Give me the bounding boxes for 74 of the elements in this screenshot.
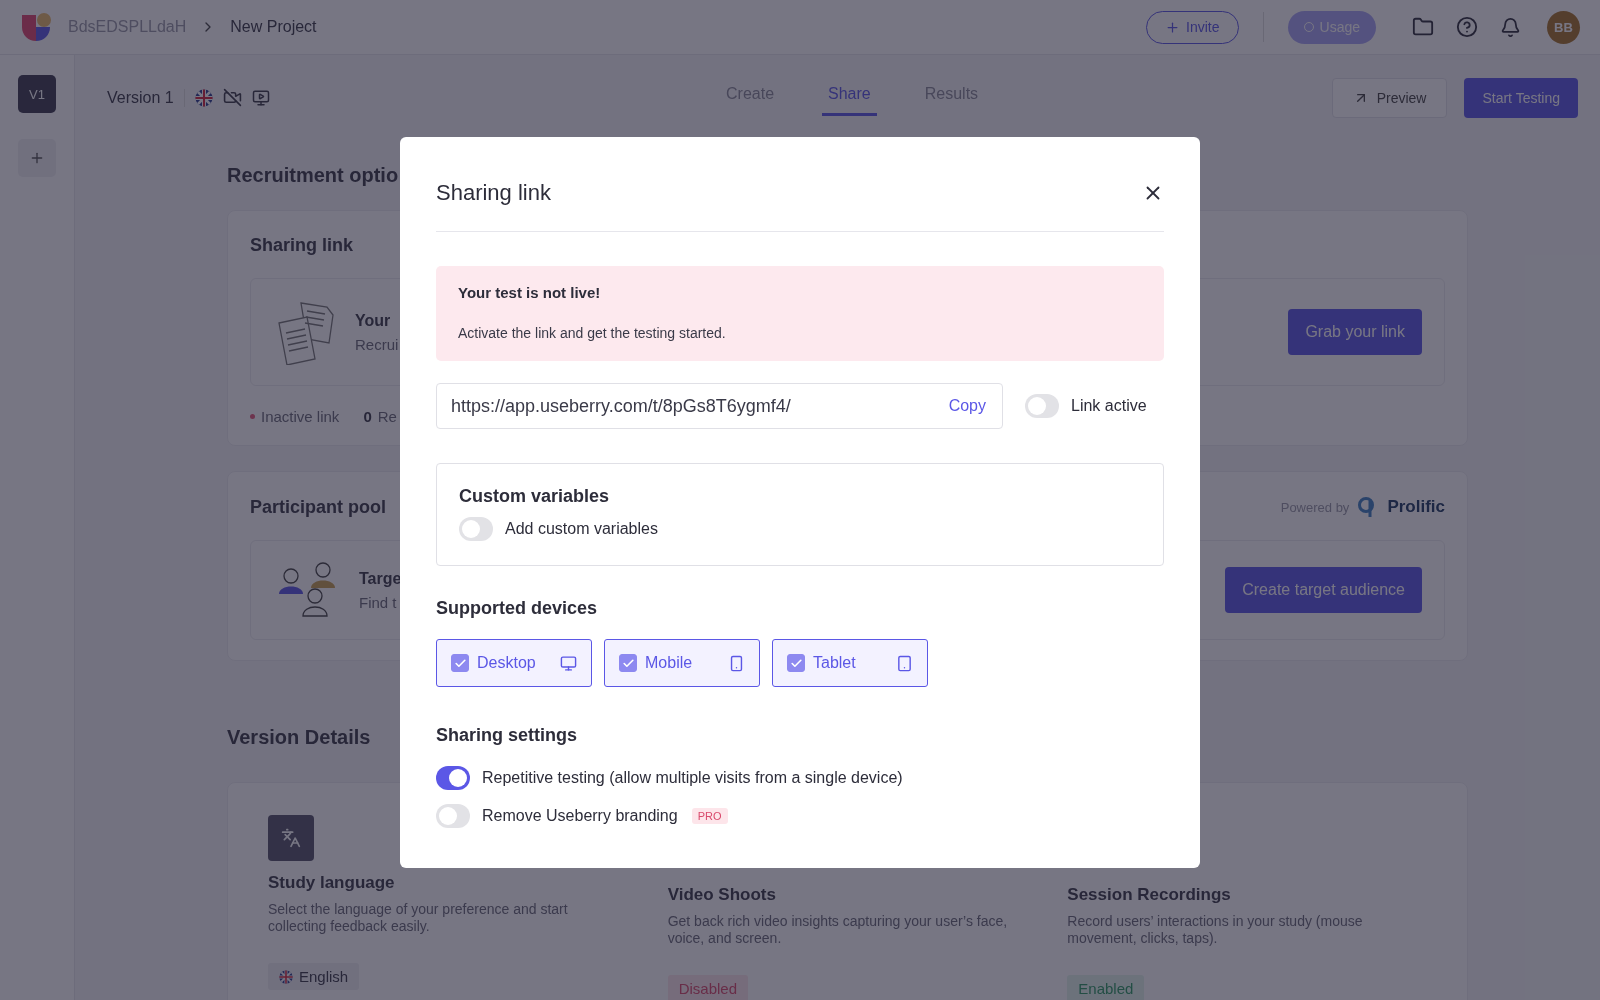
response-label: Re [377,408,397,425]
flag-icon [279,969,293,984]
section-heading: Recruitment optio [227,164,399,187]
device-option[interactable]: Mobile [604,639,760,687]
checkbox[interactable] [451,654,469,672]
link-status: Inactive link [261,408,340,425]
toggle-switch[interactable] [459,517,493,541]
card-title: Sharing link [250,235,355,256]
screen-play-icon [251,88,270,107]
item-text: Find t [359,593,397,611]
version-title: Version 1 [107,88,174,107]
link-field[interactable]: https://app.useberry.com/t/8pGs8T6ygmf4/ Copy [436,383,1003,429]
version-tile[interactable]: V1 [18,75,56,113]
status-badge: Enabled [1067,975,1145,1000]
toggle-label: Repetitive testing (allow multiple visits from a single device) [482,769,903,787]
toggle-switch[interactable] [436,766,470,790]
alert-title: Your test is not live! [458,284,602,301]
check-icon [789,656,803,670]
language-icon [268,815,314,861]
pro-badge: PRO [691,808,728,824]
detail-description: Select the language of your preference and start collecting feedback easily. [268,901,569,935]
bell-icon[interactable] [1500,16,1521,38]
item-text: Recrui [355,335,399,353]
card-title: Participant pool [250,496,386,518]
monitor-icon [560,654,577,672]
section-heading: Version Details [227,726,371,749]
status-badge: English [268,963,360,990]
create-audience-button[interactable]: Create target audience [1225,567,1422,613]
documents-drawing [277,299,337,365]
video-off-icon [222,88,242,107]
panel-title: Custom variables [459,486,611,507]
preview-button[interactable]: Preview [1331,77,1448,118]
dialog-title: Sharing link [436,180,551,206]
status-badge: Disabled [667,975,749,1000]
detail-title: Video Shoots [667,885,777,905]
tablet-icon [896,654,913,672]
toggle-label: Link active [1071,397,1147,415]
copy-link[interactable]: Copy [948,397,986,415]
start-testing-button[interactable]: Start Testing [1464,77,1578,118]
logo-icon [20,11,54,43]
section-heading: Sharing settings [436,725,579,746]
device-option[interactable]: Desktop [436,639,592,687]
device-option[interactable]: Tablet [772,639,928,687]
tab[interactable]: Share [822,79,877,116]
detail-title: Session Recordings [1067,885,1232,905]
detail-title: Study language [268,873,396,893]
checkbox[interactable] [787,654,805,672]
help-icon[interactable] [1456,16,1478,38]
plus-icon [1165,19,1181,35]
folder-icon[interactable] [1412,16,1434,38]
grab-link-button[interactable]: Grab your link [1288,309,1422,355]
toggle-label: Add custom variables [505,520,658,538]
check-icon [621,656,635,670]
plus-icon [29,150,45,166]
status-dot [250,414,255,419]
item-title: Targe [359,569,402,588]
project-name: New Project [230,18,317,36]
item-title: Your [355,311,391,330]
checkbox[interactable] [619,654,637,672]
alert-text: Activate the link and get the testing started. [458,325,727,341]
section-heading: Supported devices [436,598,599,619]
phone-icon [728,654,745,672]
response-count: 0 [363,408,372,425]
detail-description: Get back rich video insights capturing your user’s face, voice, and screen. [667,913,1009,947]
user-avatar[interactable]: BB [1547,10,1580,44]
invite-button[interactable]: Invite [1146,10,1239,44]
add-version-button[interactable] [18,139,56,177]
toggle-switch[interactable] [1025,394,1059,418]
detail-description: Record users’ interactions in your study (mouse movement, clicks, taps). [1067,913,1364,947]
flag-icon [194,88,213,107]
toggle-switch[interactable] [436,804,470,828]
toggle-label: Remove Useberry branding [482,807,678,825]
brand-name: Prolific [1387,497,1445,517]
check-icon [453,656,467,670]
